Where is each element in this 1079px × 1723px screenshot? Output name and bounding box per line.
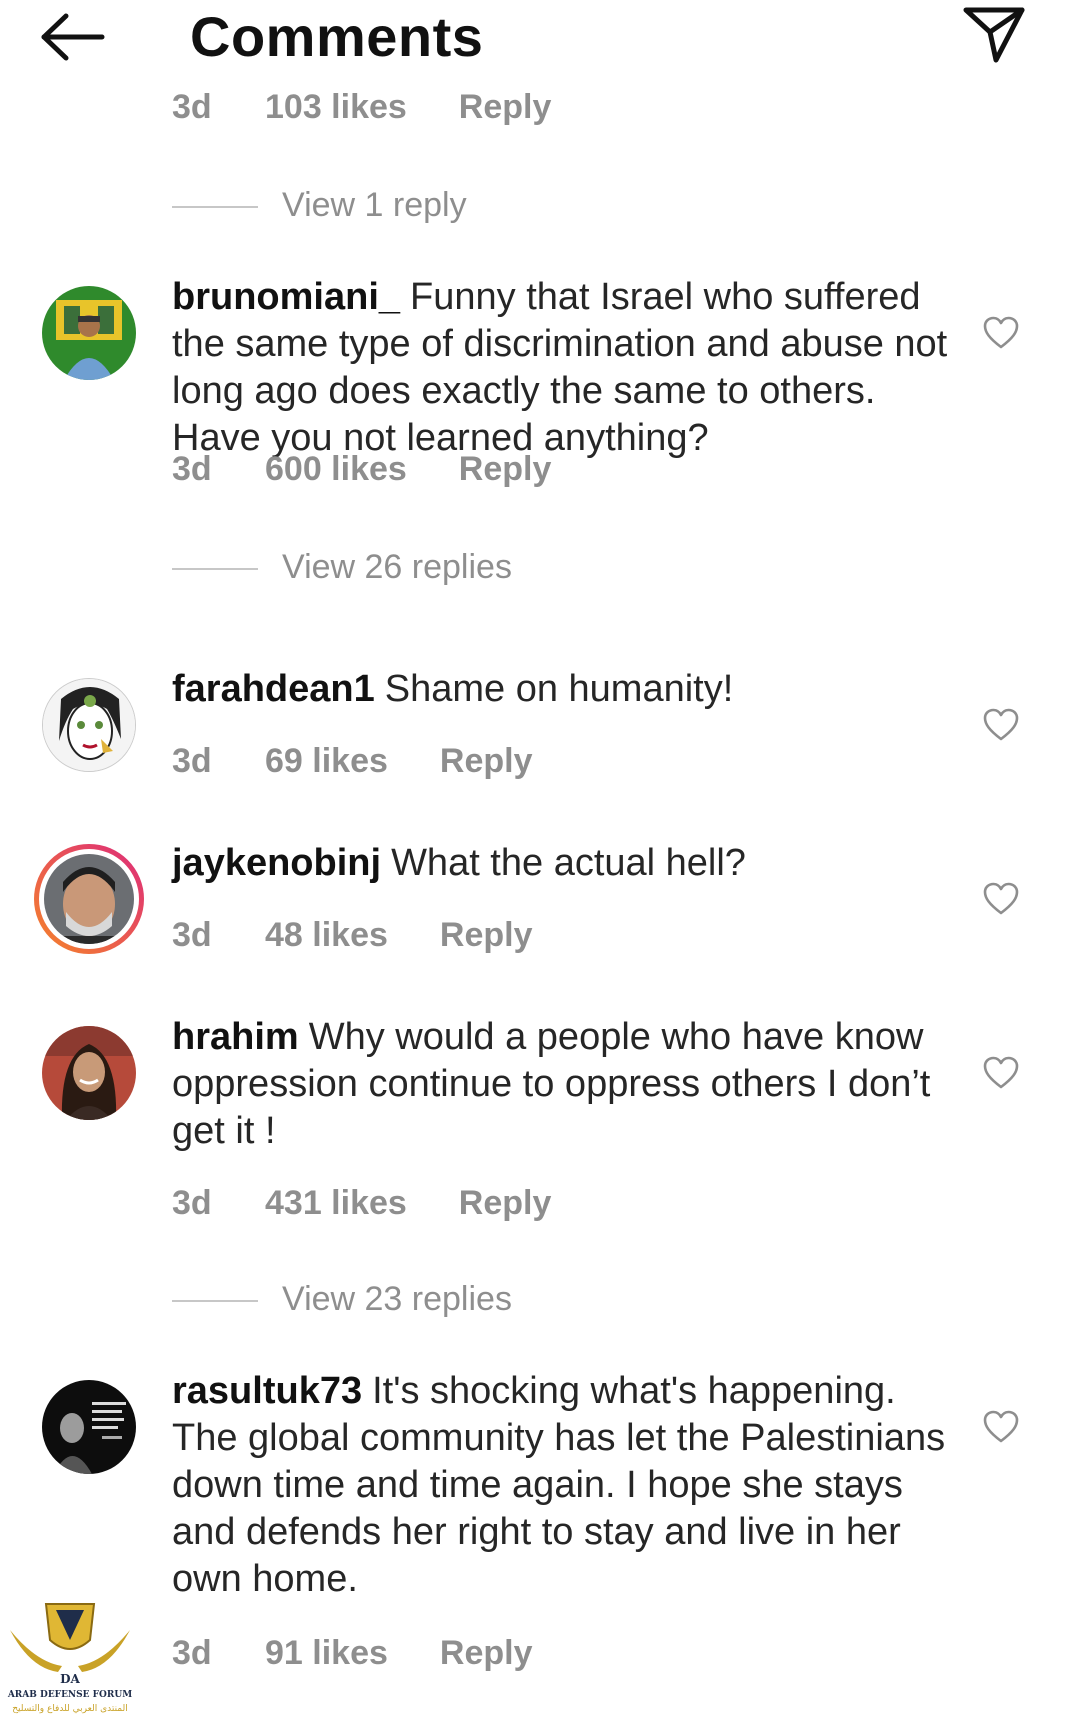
comment-text: hrahim Why would a people who have know o… bbox=[172, 1014, 952, 1155]
comment-likes[interactable]: 48 likes bbox=[265, 916, 388, 955]
comment-likes[interactable]: 91 likes bbox=[265, 1634, 388, 1673]
divider-line bbox=[172, 1300, 258, 1302]
logo-initials: DA bbox=[60, 1672, 80, 1686]
heart-icon bbox=[983, 882, 1019, 915]
comment-meta: 3d 600 likes Reply bbox=[172, 450, 551, 489]
avatar[interactable] bbox=[42, 286, 136, 380]
heart-icon bbox=[983, 1410, 1019, 1443]
heart-icon bbox=[983, 1056, 1019, 1089]
watermark-logo: DA ARAB DEFENSE FORUM المنتدى العربي للد… bbox=[6, 1600, 134, 1716]
comment-text: brunomiani_ Funny that Israel who suffere… bbox=[172, 274, 952, 462]
comment-time: 3d bbox=[172, 1634, 212, 1672]
paper-plane-icon bbox=[963, 7, 1025, 63]
comment-username[interactable]: farahdean1 bbox=[172, 668, 375, 710]
comment-likes[interactable]: 431 likes bbox=[265, 1184, 407, 1223]
comment-time: 3d bbox=[172, 916, 212, 954]
comment-time: 3d bbox=[172, 450, 212, 488]
comment-body: What the actual hell? bbox=[391, 842, 746, 884]
comment-text: farahdean1 Shame on humanity! bbox=[172, 666, 952, 713]
logo-name: ARAB DEFENSE FORUM bbox=[7, 1690, 132, 1700]
avatar[interactable] bbox=[42, 1026, 136, 1120]
avatar-with-story-ring[interactable] bbox=[32, 842, 146, 956]
comment-meta: 3d 48 likes Reply bbox=[172, 916, 532, 955]
reply-button[interactable]: Reply bbox=[440, 1634, 533, 1673]
page-title: Comments bbox=[190, 5, 484, 68]
avatar[interactable] bbox=[42, 1380, 136, 1474]
comment-likes[interactable]: 600 likes bbox=[265, 450, 407, 489]
comment-time: 3d bbox=[172, 742, 212, 780]
shield-logo-icon: DA ARAB DEFENSE FORUM المنتدى العربي للد… bbox=[7, 1603, 132, 1714]
comment-likes[interactable]: 69 likes bbox=[265, 742, 388, 781]
comment-meta: 3d 91 likes Reply bbox=[172, 1634, 532, 1673]
like-button[interactable] bbox=[983, 1056, 1019, 1090]
reply-button[interactable]: Reply bbox=[440, 916, 533, 955]
like-button[interactable] bbox=[983, 708, 1019, 742]
view-replies-label: View 1 reply bbox=[282, 186, 467, 224]
comment-meta: 3d 69 likes Reply bbox=[172, 742, 532, 781]
view-replies-label: View 23 replies bbox=[282, 1280, 512, 1318]
comment-body: Shame on humanity! bbox=[384, 668, 734, 710]
reply-button[interactable]: Reply bbox=[459, 450, 552, 489]
header-bar: Comments bbox=[0, 0, 1079, 80]
comment-username[interactable]: jaykenobinj bbox=[172, 842, 381, 884]
like-button[interactable] bbox=[983, 316, 1019, 350]
share-button[interactable] bbox=[962, 4, 1026, 64]
reply-button[interactable]: Reply bbox=[459, 88, 552, 127]
comment-time: 3d bbox=[172, 88, 212, 126]
heart-icon bbox=[983, 316, 1019, 349]
comment-text: jaykenobinj What the actual hell? bbox=[172, 840, 952, 887]
comment-meta: 3d 103 likes Reply bbox=[172, 88, 551, 127]
comment-likes[interactable]: 103 likes bbox=[265, 88, 407, 127]
like-button[interactable] bbox=[983, 882, 1019, 916]
avatar[interactable] bbox=[42, 678, 136, 772]
comment-time: 3d bbox=[172, 1184, 212, 1222]
comment-username[interactable]: brunomiani_ bbox=[172, 276, 400, 318]
arrow-left-icon bbox=[41, 13, 105, 61]
comment-text: rasultuk73 It's shocking what's happening… bbox=[172, 1368, 952, 1603]
comment-meta: 3d 431 likes Reply bbox=[172, 1184, 551, 1223]
back-button[interactable] bbox=[40, 12, 106, 62]
reply-button[interactable]: Reply bbox=[459, 1184, 552, 1223]
view-replies-label: View 26 replies bbox=[282, 548, 512, 586]
heart-icon bbox=[983, 708, 1019, 741]
comment-username[interactable]: rasultuk73 bbox=[172, 1370, 362, 1412]
reply-button[interactable]: Reply bbox=[440, 742, 533, 781]
divider-line bbox=[172, 568, 258, 570]
logo-arabic: المنتدى العربي للدفاع والتسليح bbox=[12, 1704, 127, 1714]
like-button[interactable] bbox=[983, 1410, 1019, 1444]
comment-username[interactable]: hrahim bbox=[172, 1016, 299, 1058]
divider-line bbox=[172, 206, 258, 208]
